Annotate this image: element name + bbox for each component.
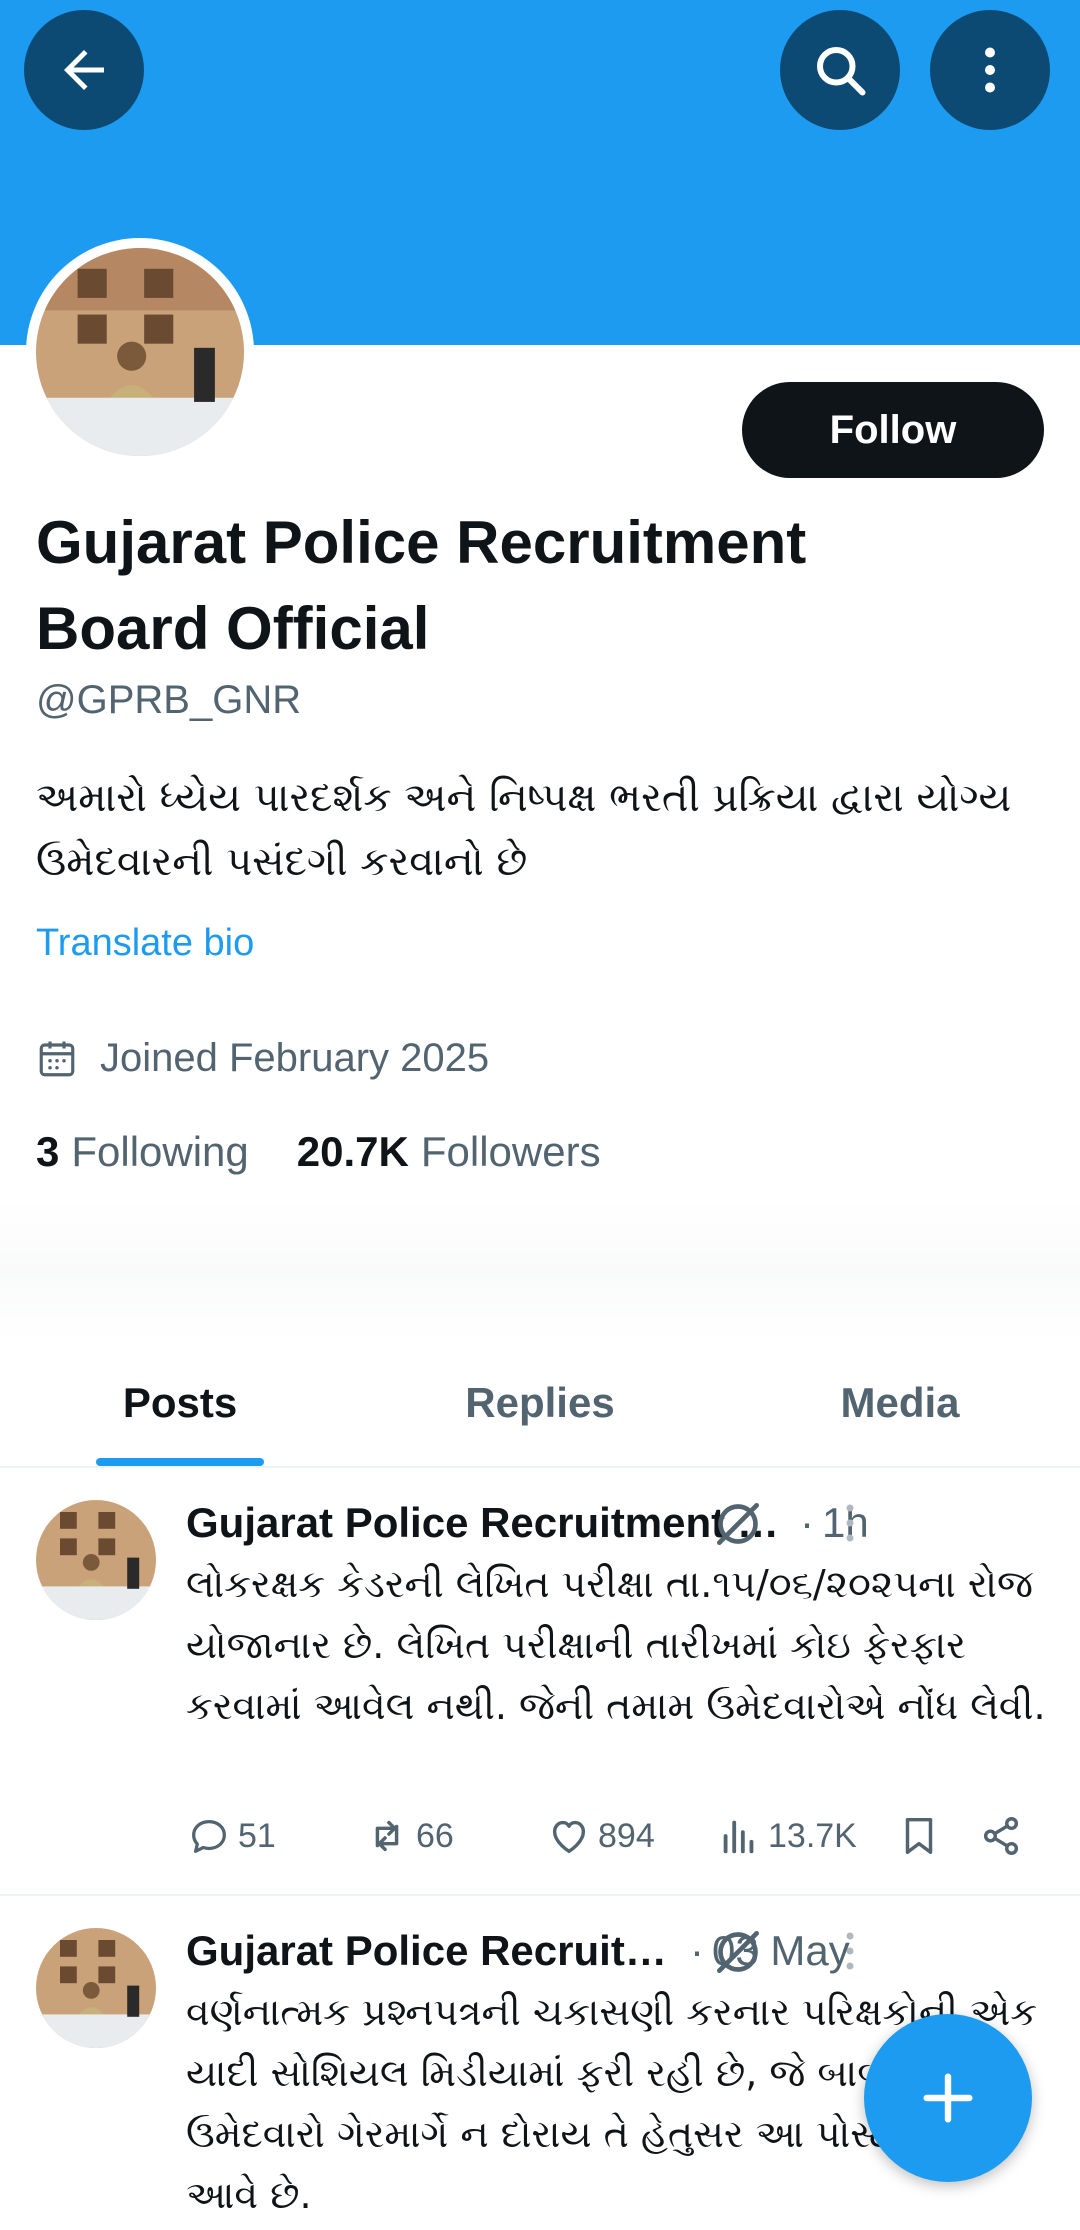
post-more-icon[interactable]	[830, 1926, 870, 1976]
avatar	[36, 248, 244, 456]
compose-post-button[interactable]	[864, 2014, 1032, 2182]
followers-link[interactable]: 20.7K Followers	[297, 1128, 601, 1176]
views-icon	[723, 1820, 754, 1854]
calendar-icon	[39, 1041, 75, 1076]
joined-text: Joined February 2025	[100, 1036, 490, 1080]
post-item[interactable]: Gujarat Police Recruitment Board Officia…	[0, 1470, 1080, 1896]
post-separator: ·	[690, 1927, 704, 1974]
post-text: લોકરક્ષક કેડરની લેખિત પરીક્ષા તા.૧૫/૦૬/૨…	[186, 1562, 1046, 1728]
tab-replies[interactable]: Replies	[360, 1340, 720, 1466]
share-button[interactable]	[978, 1806, 1030, 1866]
repost-icon	[375, 1820, 399, 1852]
search-button[interactable]	[780, 10, 900, 130]
following-count: 3	[36, 1128, 60, 1175]
profile-display-name: Gujarat Police Recruitment Board Officia…	[36, 509, 807, 662]
tab-posts[interactable]: Posts	[0, 1340, 360, 1466]
heart-icon	[552, 1820, 586, 1854]
grok-icon[interactable]	[710, 1496, 766, 1552]
post-actions: 51 66 894 13.7K	[186, 1806, 1046, 1866]
following-link[interactable]: 3 Following	[36, 1128, 249, 1176]
plus-icon	[923, 2073, 973, 2123]
repost-button[interactable]: 66	[364, 1806, 454, 1866]
post-author[interactable]: Gujarat Police Recruitment Board Officia…	[186, 1499, 786, 1547]
tab-media[interactable]: Media	[720, 1340, 1080, 1466]
like-count: 894	[598, 1816, 655, 1855]
like-button[interactable]: 894	[546, 1806, 655, 1866]
reply-button[interactable]: 51	[186, 1806, 276, 1866]
post-header: Gujarat Police Recruitment Board Officia…	[186, 1916, 1046, 1986]
profile-tabs: Posts Replies Media	[0, 1340, 1080, 1468]
post-header: Gujarat Police Recruitment Board Officia…	[186, 1488, 1046, 1558]
bookmark-button[interactable]	[896, 1806, 948, 1866]
follow-button[interactable]: Follow	[742, 382, 1044, 478]
more-options-button[interactable]	[930, 10, 1050, 130]
more-vertical-icon	[985, 47, 995, 93]
bookmark-icon	[905, 1817, 933, 1855]
views-count: 13.7K	[768, 1816, 857, 1855]
profile-handle: @GPRB_GNR	[36, 678, 302, 722]
followers-count: 20.7K	[296, 1128, 409, 1175]
obscured-region	[0, 1200, 1080, 1340]
followers-label: Followers	[420, 1128, 601, 1175]
follow-stats: 3 Following 20.7K Followers	[36, 1128, 601, 1176]
back-button[interactable]	[24, 10, 144, 130]
profile-avatar[interactable]	[26, 238, 254, 466]
views-button[interactable]: 13.7K	[716, 1806, 857, 1866]
arrow-left-icon	[64, 50, 104, 90]
repost-count: 66	[416, 1816, 454, 1855]
share-icon	[983, 1817, 1019, 1855]
post-author[interactable]: Gujarat Police Recruitment Board Officia…	[186, 1927, 676, 1975]
search-icon	[817, 47, 866, 96]
grok-icon[interactable]	[710, 1924, 766, 1980]
following-label: Following	[71, 1128, 249, 1175]
reply-count: 51	[238, 1816, 276, 1855]
translate-bio-link[interactable]: Translate bio	[36, 922, 254, 965]
post-more-icon[interactable]	[830, 1498, 870, 1548]
reply-icon	[192, 1819, 226, 1853]
joined-date: Joined February 2025	[36, 1036, 489, 1081]
post-separator: ·	[800, 1499, 814, 1546]
post-avatar[interactable]	[36, 1500, 156, 1620]
post-avatar[interactable]	[36, 1928, 156, 2048]
profile-bio: અમારો ધ્યેય પારદર્શક અને નિષ્પક્ષ ભરતી પ…	[36, 775, 1012, 885]
